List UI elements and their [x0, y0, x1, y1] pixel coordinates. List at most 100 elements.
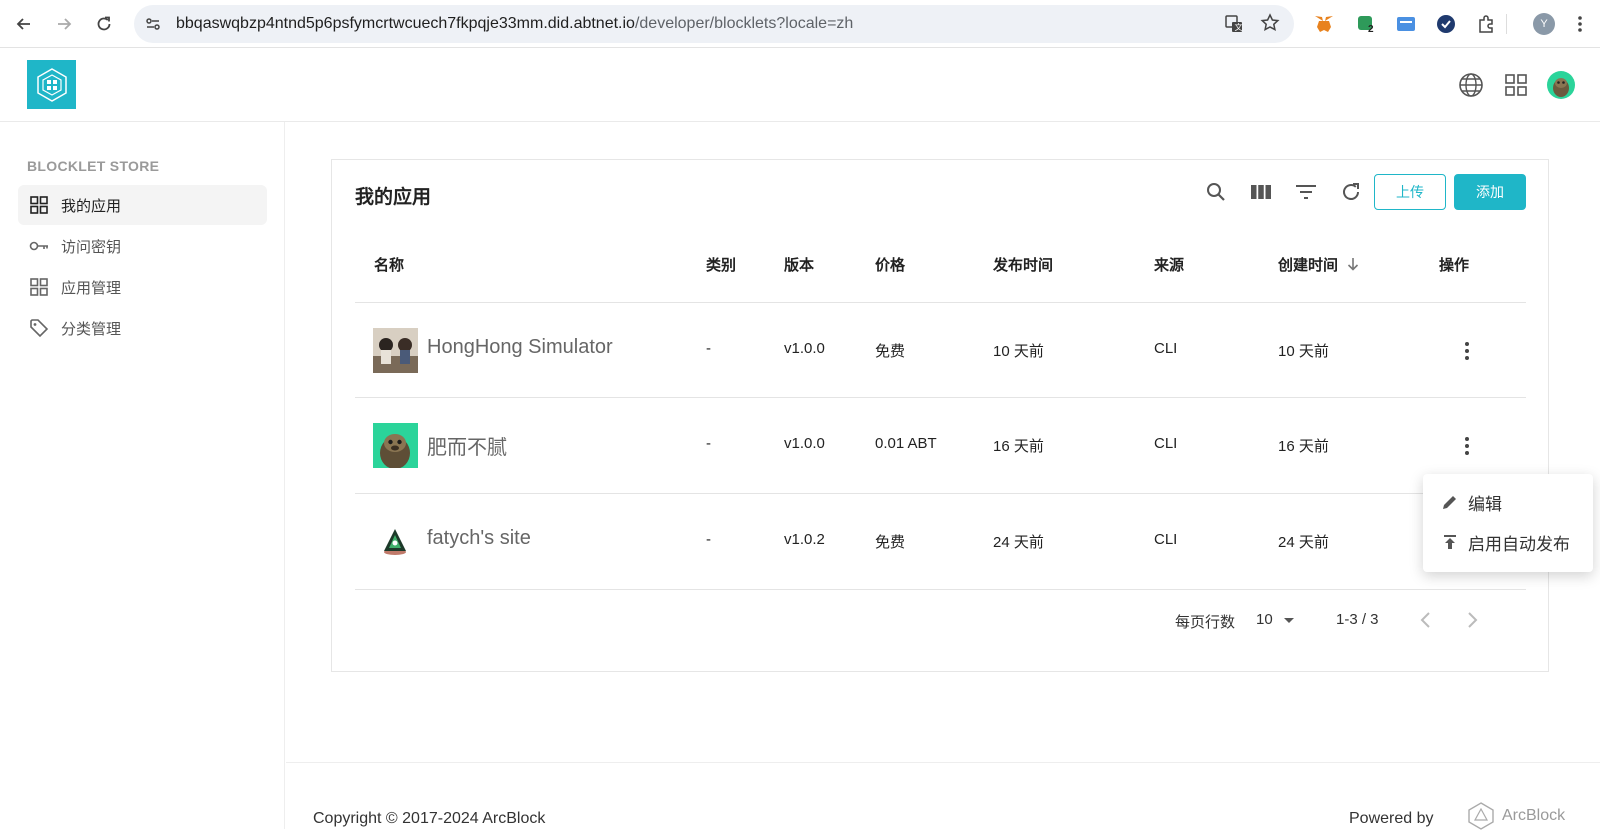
app-thumbnail: [373, 423, 418, 468]
row-divider: [355, 589, 1526, 590]
app-version: v1.0.2: [784, 531, 825, 548]
forward-icon[interactable]: [52, 12, 76, 36]
refresh-icon[interactable]: [1337, 178, 1365, 206]
pencil-icon: [1440, 492, 1460, 512]
column-header-published[interactable]: 发布时间: [993, 254, 1053, 275]
sidebar-item-category-management[interactable]: 分类管理: [18, 308, 267, 348]
site-settings-icon[interactable]: [144, 15, 162, 38]
column-header-actions: 操作: [1439, 257, 1470, 274]
arcblock-brand-text: ArcBlock: [1502, 807, 1566, 824]
add-button[interactable]: 添加: [1454, 174, 1526, 210]
sidebar: BLOCKLET STORE 我的应用 访问密钥 应用管理 分类管理: [0, 122, 285, 829]
sidebar-title: BLOCKLET STORE: [27, 158, 160, 174]
rows-per-page-label: 每页行数: [1175, 614, 1236, 631]
column-header-category[interactable]: 类别: [706, 254, 736, 275]
app-logo[interactable]: [27, 60, 76, 109]
app-category: -: [706, 531, 711, 548]
dropdown-caret-icon: [1283, 612, 1295, 629]
sidebar-item-access-keys[interactable]: 访问密钥: [18, 226, 267, 266]
app-name[interactable]: HongHong Simulator: [427, 336, 613, 359]
apps-table-card: 我的应用 上传 添加 名称 类别 版本 价格 发布时间 来源 创建时间 操作 H…: [331, 159, 1549, 672]
app-source: CLI: [1154, 340, 1178, 357]
menu-item-auto-publish[interactable]: 启用自动发布: [1423, 522, 1593, 562]
app-price: 0.01 ABT: [875, 435, 937, 452]
app-name[interactable]: fatych's site: [427, 527, 531, 550]
window-extension-icon[interactable]: [1394, 12, 1418, 36]
app-created: 10 天前: [1278, 343, 1329, 360]
rows-per-page-value: 10: [1256, 611, 1273, 628]
app-thumbnail: [373, 519, 418, 564]
metamask-extension-icon[interactable]: [1312, 12, 1336, 36]
menu-item-edit[interactable]: 编辑: [1423, 482, 1593, 522]
address-bar[interactable]: bbqaswqbzp4ntnd5p6psfymcrtwcuech7fkpqje3…: [134, 5, 1294, 43]
more-vert-icon[interactable]: [1455, 339, 1479, 363]
app-version: v1.0.0: [784, 435, 825, 452]
url-text: bbqaswqbzp4ntnd5p6psfymcrtwcuech7fkpqje3…: [176, 15, 853, 33]
bookmark-star-icon[interactable]: [1260, 13, 1280, 38]
menu-item-label: 编辑: [1468, 494, 1502, 514]
grid-icon: [28, 194, 50, 216]
sidebar-item-label: 分类管理: [61, 320, 122, 338]
app-name[interactable]: 肥而不腻: [427, 431, 507, 460]
app-price: 免费: [875, 343, 906, 360]
app-published: 24 天前: [993, 534, 1044, 551]
column-header-created-label: 创建时间: [1278, 257, 1339, 274]
powered-by-text: Powered by: [1349, 810, 1434, 827]
row-divider: [355, 397, 1526, 398]
key-icon: [28, 235, 50, 257]
app-header: [0, 49, 1600, 122]
upload-button[interactable]: 上传: [1374, 174, 1446, 210]
prev-page-icon[interactable]: [1418, 610, 1434, 635]
footer: Copyright © 2017-2024 ArcBlock Powered b…: [286, 762, 1600, 831]
column-header-name[interactable]: 名称: [374, 254, 404, 275]
sidebar-item-label: 应用管理: [61, 279, 122, 297]
app-source: CLI: [1154, 531, 1178, 548]
sidebar-item-my-apps[interactable]: 我的应用: [18, 185, 267, 225]
menu-item-label: 启用自动发布: [1468, 534, 1570, 554]
columns-icon[interactable]: [1247, 178, 1275, 206]
globe-icon[interactable]: [1457, 71, 1485, 99]
filter-icon[interactable]: [1292, 178, 1320, 206]
extension-badge: 2: [1368, 24, 1374, 35]
app-category: -: [706, 340, 711, 357]
check-extension-icon[interactable]: [1434, 12, 1458, 36]
browser-menu-icon[interactable]: [1568, 12, 1592, 36]
column-header-created[interactable]: 创建时间: [1278, 254, 1360, 276]
app-created: 24 天前: [1278, 534, 1329, 551]
column-header-version[interactable]: 版本: [784, 254, 814, 275]
reload-icon[interactable]: [92, 12, 116, 36]
user-avatar[interactable]: [1547, 71, 1575, 99]
more-vert-icon[interactable]: [1455, 434, 1479, 458]
column-header-source[interactable]: 来源: [1154, 254, 1184, 275]
back-icon[interactable]: [12, 12, 36, 36]
app-category: -: [706, 435, 711, 452]
search-icon[interactable]: [1202, 178, 1230, 206]
next-page-icon[interactable]: [1464, 610, 1480, 635]
row-actions-menu: 编辑 启用自动发布: [1423, 474, 1593, 572]
profile-avatar[interactable]: Y: [1532, 12, 1556, 36]
app-created: 16 天前: [1278, 438, 1329, 455]
copyright-text: Copyright © 2017-2024 ArcBlock: [313, 810, 546, 827]
browser-toolbar: bbqaswqbzp4ntnd5p6psfymcrtwcuech7fkpqje3…: [0, 0, 1600, 48]
translate-icon[interactable]: 文: [1224, 14, 1244, 39]
rows-per-page-select[interactable]: 10: [1256, 611, 1295, 629]
sidebar-item-label: 我的应用: [61, 197, 122, 215]
sidebar-item-label: 访问密钥: [61, 238, 122, 256]
extension-badge-icon[interactable]: 2: [1354, 12, 1378, 36]
page-range: 1-3 / 3: [1336, 611, 1379, 628]
url-host: bbqaswqbzp4ntnd5p6psfymcrtwcuech7fkpqje3…: [176, 15, 635, 32]
app-published: 10 天前: [993, 343, 1044, 360]
sort-arrow-down-icon: [1346, 256, 1360, 276]
publish-icon: [1440, 532, 1460, 552]
page-title: 我的应用: [355, 187, 432, 208]
svg-text:文: 文: [1235, 22, 1243, 32]
toolbar-divider: [1506, 14, 1507, 34]
column-header-price[interactable]: 价格: [875, 254, 905, 275]
arcblock-logo[interactable]: ArcBlock: [1466, 801, 1565, 831]
app-price: 免费: [875, 534, 906, 551]
row-divider: [355, 493, 1526, 494]
grid-icon: [28, 276, 50, 298]
extensions-puzzle-icon[interactable]: [1474, 12, 1498, 36]
apps-grid-icon[interactable]: [1502, 71, 1530, 99]
sidebar-item-app-management[interactable]: 应用管理: [18, 267, 267, 307]
